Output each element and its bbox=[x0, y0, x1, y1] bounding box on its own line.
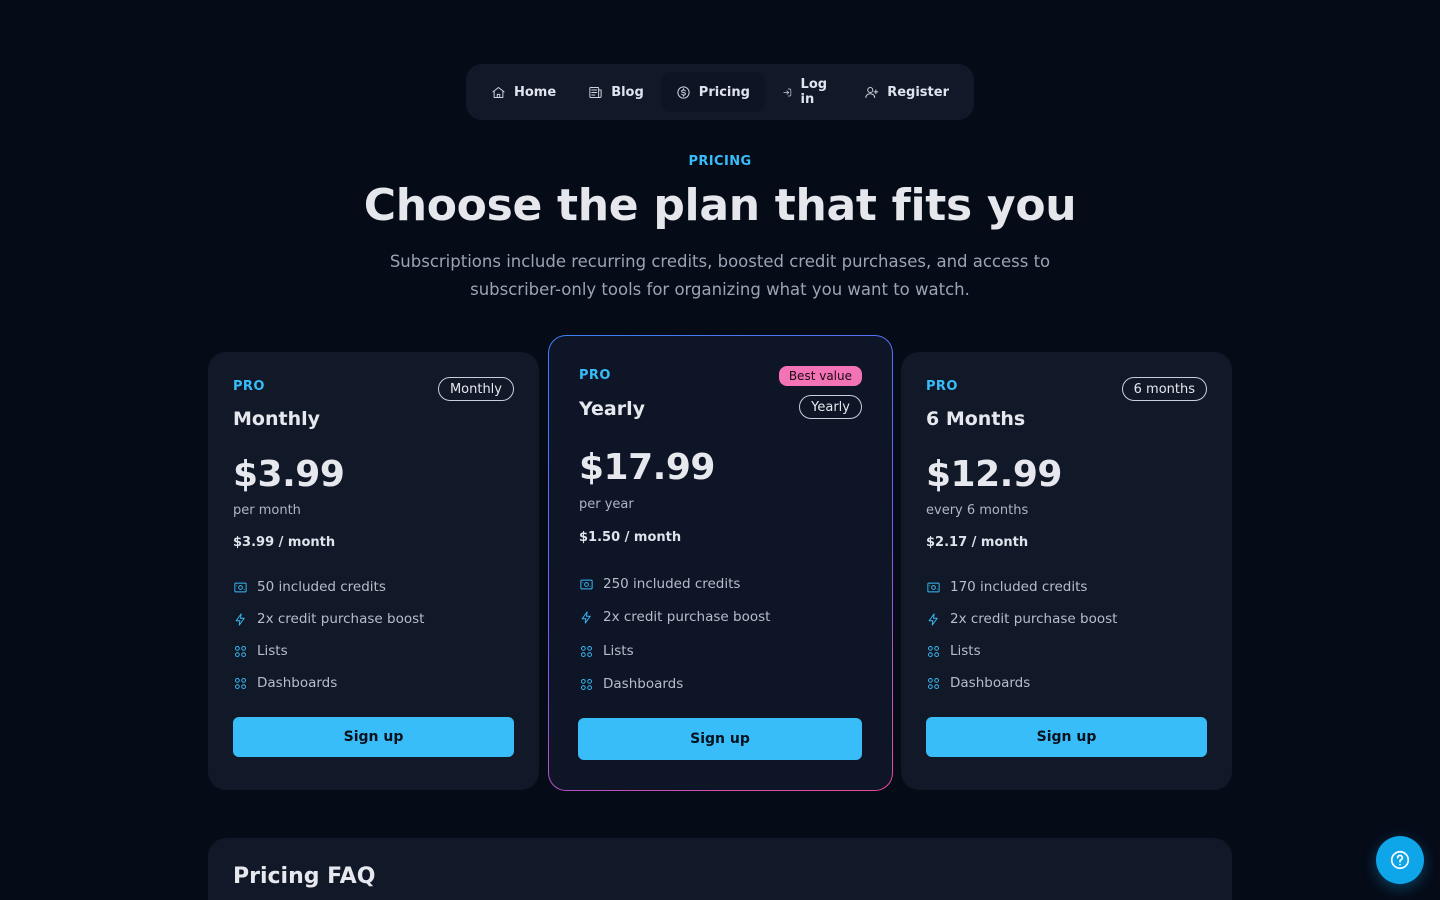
nav-register[interactable]: Register bbox=[849, 72, 964, 112]
feature-item: 2x credit purchase boost bbox=[579, 608, 770, 626]
grid-icon bbox=[928, 645, 939, 657]
lightning-icon bbox=[581, 610, 591, 624]
feature-item: 250 included credits bbox=[579, 575, 770, 593]
nav-blog-label: Blog bbox=[611, 84, 644, 100]
home-icon bbox=[492, 86, 505, 98]
top-nav: Home Blog Pricing Log in Register bbox=[466, 64, 974, 120]
plan-duration-pill: 6 months bbox=[1121, 377, 1207, 401]
feature-item: Dashboards bbox=[233, 674, 424, 692]
grid-icon bbox=[235, 645, 246, 657]
page-subtitle: Subscriptions include recurring credits,… bbox=[389, 252, 1051, 299]
feature-item: Lists bbox=[579, 642, 770, 660]
nav-login-label: Log in bbox=[800, 77, 828, 107]
feature-item: 2x credit purchase boost bbox=[926, 610, 1117, 628]
plan-period: every 6 months bbox=[926, 503, 1029, 518]
feature-item: Dashboards bbox=[926, 674, 1117, 692]
plan-card-monthly: PRO Monthly Monthly $3.99 per month $3.9… bbox=[208, 352, 539, 790]
grid-icon bbox=[581, 678, 592, 690]
plan-monthly-rate: $2.17 / month bbox=[926, 535, 1029, 550]
plan-card-yearly: PRO Best value Yearly Yearly $17.99 per … bbox=[548, 335, 893, 791]
plan-features: 170 included credits 2x credit purchase … bbox=[926, 578, 1117, 692]
signup-button-6-months[interactable]: Sign up bbox=[926, 717, 1207, 757]
help-button[interactable] bbox=[1376, 836, 1424, 884]
faq-title: Pricing FAQ bbox=[233, 864, 376, 889]
signup-button-monthly[interactable]: Sign up bbox=[233, 717, 514, 757]
question-icon bbox=[1390, 850, 1410, 870]
login-icon bbox=[783, 88, 792, 96]
plan-features: 250 included credits 2x credit purchase … bbox=[579, 575, 770, 693]
lightning-icon bbox=[928, 612, 938, 626]
ticket-icon bbox=[927, 582, 940, 592]
pricing-faq-section: Pricing FAQ bbox=[208, 838, 1232, 900]
ticket-icon bbox=[234, 582, 247, 592]
plan-period: per year bbox=[579, 497, 634, 512]
nav-pricing[interactable]: Pricing bbox=[660, 72, 765, 112]
signup-button-yearly[interactable]: Sign up bbox=[578, 718, 862, 760]
feature-item: 2x credit purchase boost bbox=[233, 610, 424, 628]
newspaper-icon bbox=[589, 86, 602, 98]
feature-item: 50 included credits bbox=[233, 578, 424, 596]
plan-name: Yearly bbox=[579, 398, 645, 420]
nav-login[interactable]: Log in bbox=[767, 72, 847, 112]
nav-home[interactable]: Home bbox=[476, 72, 571, 112]
plan-card-6-months: PRO 6 months 6 Months $12.99 every 6 mon… bbox=[901, 352, 1232, 790]
best-value-badge: Best value bbox=[778, 366, 862, 386]
feature-item: Lists bbox=[233, 642, 424, 660]
feature-item: Lists bbox=[926, 642, 1117, 660]
plan-period: per month bbox=[233, 503, 301, 518]
feature-item: 170 included credits bbox=[926, 578, 1117, 596]
lightning-icon bbox=[235, 612, 245, 626]
page-title: Choose the plan that fits you bbox=[363, 180, 1077, 231]
plan-tier: PRO bbox=[926, 379, 958, 394]
plan-duration-pill: Yearly bbox=[799, 395, 862, 419]
plan-duration-pill: Monthly bbox=[437, 377, 514, 401]
nav-register-label: Register bbox=[887, 84, 949, 100]
plan-price: $17.99 bbox=[579, 447, 715, 488]
plan-monthly-rate: $3.99 / month bbox=[233, 535, 336, 550]
plan-name: Monthly bbox=[233, 408, 320, 430]
nav-blog[interactable]: Blog bbox=[573, 72, 659, 112]
nav-pricing-label: Pricing bbox=[698, 84, 750, 100]
plan-price: $12.99 bbox=[926, 454, 1062, 495]
user-plus-icon bbox=[865, 86, 879, 98]
plan-tier: PRO bbox=[579, 368, 611, 383]
plan-monthly-rate: $1.50 / month bbox=[579, 530, 682, 545]
plan-price: $3.99 bbox=[233, 454, 345, 495]
plan-name: 6 Months bbox=[926, 408, 1026, 430]
grid-icon bbox=[928, 677, 939, 689]
grid-icon bbox=[235, 677, 246, 689]
section-eyebrow: PRICING bbox=[688, 154, 752, 169]
ticket-icon bbox=[580, 579, 593, 589]
plan-tier: PRO bbox=[233, 379, 265, 394]
feature-item: Dashboards bbox=[579, 675, 770, 693]
grid-icon bbox=[581, 645, 592, 657]
nav-home-label: Home bbox=[514, 84, 557, 100]
plan-features: 50 included credits 2x credit purchase b… bbox=[233, 578, 424, 692]
dollar-icon bbox=[677, 85, 690, 99]
